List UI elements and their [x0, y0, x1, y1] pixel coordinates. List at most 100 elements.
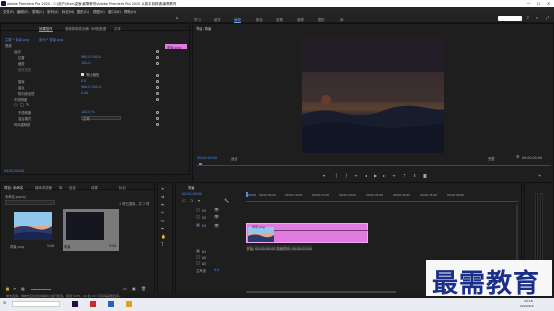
tab-effect-controls[interactable]: 效果控件	[39, 26, 53, 32]
menu-file[interactable]: 文件(F)	[3, 9, 14, 14]
uniform-scale-checkbox[interactable]	[81, 72, 84, 76]
menu-help[interactable]: 帮助(H)	[124, 9, 136, 14]
toggle-output-icon[interactable]: 👁	[214, 208, 219, 212]
taskbar-app-icon[interactable]	[108, 301, 114, 307]
stopwatch-icon[interactable]	[156, 123, 159, 126]
param-rotation-value[interactable]: 0.0	[81, 79, 86, 83]
timeline-timecode[interactable]: 00:00:00:00	[182, 192, 202, 196]
track-target-v3[interactable]	[196, 208, 200, 212]
hand-tool-icon[interactable]: ✋	[161, 235, 166, 239]
search-box[interactable]	[498, 16, 522, 21]
workspace-learning[interactable]: 学习	[194, 17, 201, 22]
marker-icon[interactable]: ▾	[323, 174, 325, 178]
step-forward-icon[interactable]: ▸	[383, 174, 385, 178]
track-select-tool-icon[interactable]: ⇉	[161, 195, 164, 199]
menu-view[interactable]: 视图(V)	[93, 9, 105, 14]
workspace-graphics[interactable]: 图形	[318, 17, 325, 22]
search-icon[interactable]: ⌕	[536, 16, 538, 20]
linked-selection-icon[interactable]: ⊃	[190, 199, 193, 203]
stopwatch-icon[interactable]	[156, 92, 159, 95]
stopwatch-icon[interactable]	[156, 98, 159, 101]
rect-mask-icon[interactable]: □	[20, 103, 24, 107]
param-position-value[interactable]: 960.0 540.0	[81, 55, 101, 59]
taskbar-app-icon[interactable]	[126, 301, 132, 307]
toggle-output-icon[interactable]: 👁	[214, 224, 219, 228]
workspace-assembly[interactable]: 组件	[214, 17, 221, 22]
workspace-audio[interactable]: 音频	[297, 17, 304, 22]
ripple-edit-tool-icon[interactable]: ⇹	[161, 203, 164, 207]
slip-tool-icon[interactable]: ⇔	[161, 219, 164, 223]
pen-tool-icon[interactable]: ✒	[161, 227, 164, 231]
param-antiflicker-value[interactable]: 0.00	[81, 91, 88, 95]
program-timecode[interactable]: 00:00:00:00	[197, 156, 217, 160]
menu-clip[interactable]: 剪辑(C)	[32, 9, 44, 14]
track-target-a3[interactable]	[196, 261, 200, 265]
program-scrub-bar[interactable]	[197, 165, 551, 166]
source-clip-selector[interactable]: 主要 * 背景.png	[5, 37, 29, 42]
add-marker-icon[interactable]: ▾	[198, 199, 200, 203]
new-bin-icon[interactable]: ▭	[123, 287, 127, 291]
tab-text[interactable]: 文本	[114, 26, 121, 31]
workspace-color[interactable]: 颜色	[256, 17, 263, 22]
maximize-button[interactable]: ☐	[534, 0, 543, 7]
param-scale-value[interactable]: 100.0	[81, 61, 90, 65]
timeline-ruler[interactable]: 00:00 00:00:05:00 00:00:10:00 00:00:15:0…	[246, 192, 518, 202]
wrench-icon[interactable]: ⚙	[516, 155, 520, 159]
icon-view-icon[interactable]: ▦	[21, 287, 25, 291]
tab-info[interactable]: 信息	[69, 185, 76, 190]
delete-icon[interactable]: 🗑	[141, 287, 146, 291]
tab-markers[interactable]: 标记	[119, 185, 126, 190]
tab-libraries[interactable]: 库	[59, 185, 62, 190]
timeline-settings-icon[interactable]: 🔧	[224, 199, 229, 203]
quality-select[interactable]: 完整	[488, 156, 495, 161]
go-to-in-icon[interactable]: ⇤	[355, 174, 358, 178]
extract-icon[interactable]: ⇞	[413, 174, 416, 178]
track-target-a1[interactable]	[196, 249, 200, 253]
export-frame-icon[interactable]: ◙	[423, 174, 427, 178]
share-icon[interactable]: ⇪	[526, 16, 529, 20]
ellipse-mask-icon[interactable]: ○	[14, 103, 18, 107]
stopwatch-icon[interactable]	[156, 74, 159, 77]
razor-tool-icon[interactable]: ✂	[161, 211, 164, 215]
section-time-remap[interactable]: 时间重映射	[14, 122, 30, 127]
stopwatch-icon[interactable]	[156, 80, 159, 83]
selection-tool-icon[interactable]: ➤	[161, 187, 164, 191]
tab-media-browser[interactable]: 媒体浏览器	[35, 185, 52, 190]
pen-mask-icon[interactable]: ✎	[26, 103, 29, 107]
track-target-v2[interactable]	[196, 215, 200, 219]
track-target-a2[interactable]	[196, 255, 200, 259]
taskbar-app-icon[interactable]	[72, 301, 78, 307]
project-item[interactable]: 背景.png 5:00	[9, 209, 57, 251]
menu-marker[interactable]: 标记(M)	[62, 9, 74, 14]
menu-graphics[interactable]: 图形(G)	[77, 9, 89, 14]
stopwatch-icon[interactable]	[156, 111, 159, 114]
param-anchor-value[interactable]: 960.0 540.0	[81, 85, 101, 89]
effect-controls-timecode[interactable]: 00:00:00:00	[4, 169, 24, 173]
opacity-rubber-band[interactable]	[274, 230, 368, 231]
sequence-clip-selector[interactable]: 序列 * 背景.png	[39, 37, 63, 42]
master-track-value[interactable]: 0.0	[214, 268, 219, 272]
timeline-clip[interactable]: 背景.png	[246, 223, 368, 243]
menu-window[interactable]: 窗口(W)	[108, 9, 121, 14]
menu-edit[interactable]: 编辑(E)	[17, 9, 29, 14]
snap-icon[interactable]: ⊂	[182, 199, 185, 203]
stopwatch-icon[interactable]	[156, 50, 159, 53]
stopwatch-icon[interactable]	[156, 86, 159, 89]
stopwatch-icon[interactable]	[156, 62, 159, 65]
zoom-slider[interactable]	[31, 289, 51, 290]
timeline-tab[interactable]: 背景	[188, 185, 195, 190]
tab-effects[interactable]: 效果	[91, 185, 98, 190]
add-button-icon[interactable]: +	[538, 174, 541, 178]
new-item-icon[interactable]: ▣	[132, 287, 136, 291]
zoom-select[interactable]: 适合	[231, 156, 238, 161]
go-to-out-icon[interactable]: ⇥	[392, 174, 395, 178]
mark-out-icon[interactable]: }	[345, 174, 348, 178]
home-icon[interactable]: ⌂	[176, 16, 179, 20]
param-opacity-value[interactable]: 100.0 %	[81, 110, 95, 114]
stopwatch-icon[interactable]	[156, 117, 159, 120]
program-monitor-tab[interactable]: 节目: 背景	[196, 26, 211, 31]
stopwatch-icon[interactable]	[156, 56, 159, 59]
taskbar-search-input[interactable]	[12, 301, 60, 307]
minimize-button[interactable]: —	[524, 0, 533, 7]
taskbar-app-icon[interactable]	[90, 301, 96, 307]
